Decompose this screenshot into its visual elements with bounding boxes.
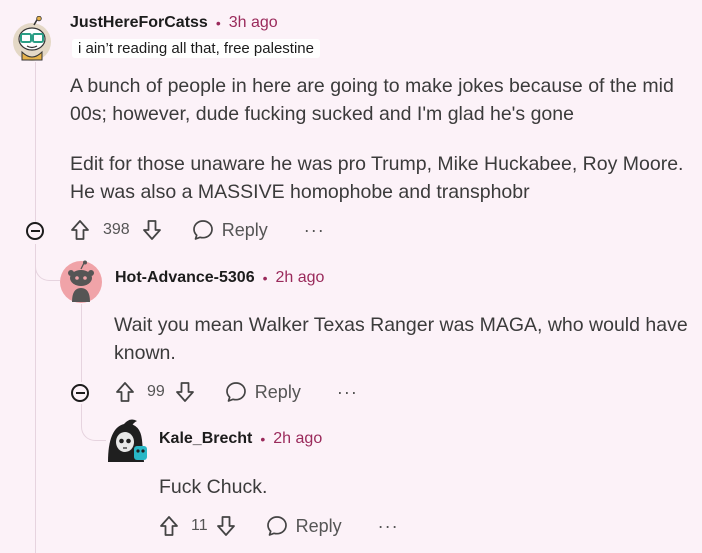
comment-bubble-icon [266, 516, 287, 536]
action-bar: 99 Reply ··· [115, 381, 358, 403]
reply-button[interactable]: Reply [192, 219, 268, 241]
upvote-icon [71, 220, 89, 240]
comment-body: A bunch of people in here are going to m… [70, 72, 695, 206]
reply-label: Reply [221, 219, 268, 240]
comment-paragraph: Fuck Chuck. [159, 476, 268, 498]
username[interactable]: JustHereForCatss [70, 14, 208, 32]
downvote-icon [216, 516, 235, 536]
downvote-icon [142, 220, 161, 240]
collapse-thread-button[interactable] [71, 384, 89, 402]
action-bar: 11 Reply ··· [159, 515, 399, 537]
timestamp[interactable]: 3h ago [229, 14, 278, 32]
username[interactable]: Kale_Brecht [159, 430, 252, 448]
upvote-icon [116, 382, 134, 402]
downvote-button[interactable] [175, 381, 195, 403]
separator-dot: • [262, 270, 268, 286]
more-options-button[interactable]: ··· [304, 220, 325, 241]
comment-header: Kale_Brecht • 2h ago [159, 430, 322, 448]
upvote-button[interactable] [115, 381, 135, 403]
thread-line-2 [81, 304, 82, 382]
avatar[interactable] [59, 258, 103, 304]
thread-elbow-1 [35, 244, 60, 281]
thread-elbow-2 [81, 404, 106, 441]
reaper-avatar-icon [108, 419, 147, 462]
thread-line-1-lower [35, 244, 36, 553]
upvote-button[interactable] [70, 219, 90, 241]
reply-label: Reply [254, 381, 301, 402]
downvote-button[interactable] [142, 219, 162, 241]
thread-line-1 [35, 62, 36, 222]
separator-dot: • [260, 431, 266, 447]
username[interactable]: Hot-Advance-5306 [115, 269, 255, 287]
comment-header: JustHereForCatss • 3h ago [70, 14, 278, 32]
action-bar: 398 Reply ··· [70, 219, 325, 241]
more-options-button[interactable]: ··· [378, 516, 399, 537]
vote-count: 398 [103, 221, 130, 238]
timestamp[interactable]: 2h ago [273, 430, 322, 448]
more-options-button[interactable]: ··· [337, 382, 358, 403]
downvote-icon [175, 382, 194, 402]
vote-count: 11 [191, 517, 208, 534]
timestamp[interactable]: 2h ago [276, 269, 325, 287]
comment-header: Hot-Advance-5306 • 2h ago [115, 269, 324, 287]
comment-paragraph: A bunch of people in here are going to m… [70, 75, 674, 125]
reply-button[interactable]: Reply [266, 515, 342, 537]
collapse-thread-button[interactable] [26, 222, 44, 240]
upvote-icon [160, 516, 178, 536]
snoo-glasses-avatar-icon [13, 16, 51, 61]
comment-body: Fuck Chuck. [159, 473, 699, 501]
avatar[interactable] [104, 418, 148, 464]
separator-dot: • [215, 15, 221, 31]
avatar[interactable] [12, 16, 52, 62]
reply-label: Reply [295, 515, 342, 536]
upvote-button[interactable] [159, 515, 179, 537]
vote-count: 99 [147, 383, 165, 400]
comment-bubble-icon [192, 220, 213, 240]
comment-paragraph: Edit for those unaware he was pro Trump,… [70, 153, 684, 203]
comment-bubble-icon [225, 382, 246, 402]
reply-button[interactable]: Reply [225, 381, 301, 403]
comment-body: Wait you mean Walker Texas Ranger was MA… [114, 311, 699, 367]
user-flair: i ain’t reading all that, free palestine [72, 39, 320, 58]
default-snoo-avatar-icon [60, 260, 102, 303]
comment-paragraph: Wait you mean Walker Texas Ranger was MA… [114, 314, 688, 364]
downvote-button[interactable] [216, 515, 236, 537]
